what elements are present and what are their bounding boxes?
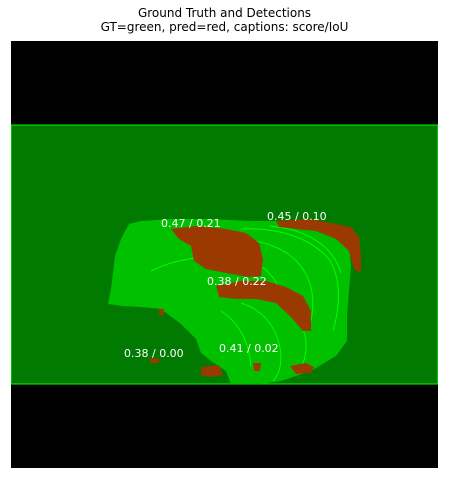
pred-mask-4: [201, 365, 223, 377]
pred-mask-8: [159, 309, 164, 315]
detection-caption-4: 0.38 / 0.00: [124, 347, 184, 360]
detection-caption-2: 0.45 / 0.10: [267, 210, 327, 223]
detection-caption-1: 0.47 / 0.21: [161, 217, 221, 230]
detection-caption-3: 0.38 / 0.22: [207, 275, 267, 288]
pred-mask-6: [253, 363, 261, 371]
figure-subtitle: GT=green, pred=red, captions: score/IoU: [100, 20, 349, 34]
detection-caption-5: 0.41 / 0.02: [219, 342, 279, 355]
detection-image: 0.47 / 0.21 0.45 / 0.10 0.38 / 0.22 0.38…: [11, 41, 438, 468]
detection-canvas: [11, 124, 438, 385]
